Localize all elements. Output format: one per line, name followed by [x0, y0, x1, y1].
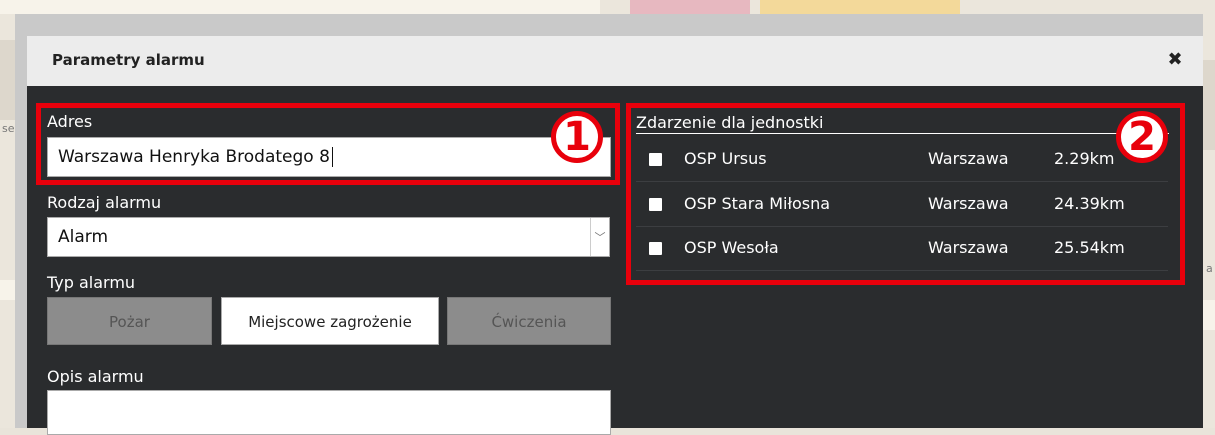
map-road	[0, 280, 15, 300]
alarm-kind-select[interactable]: Alarm ﹀	[47, 217, 610, 257]
dialog-title: Parametry alarmu	[52, 51, 205, 69]
description-label: Opis alarmu	[47, 367, 144, 386]
map-label: a	[1206, 262, 1213, 275]
map-block	[0, 40, 15, 120]
map-label: se	[2, 122, 15, 135]
alarm-kind-value: Alarm	[58, 227, 109, 247]
annotation-box-2	[626, 103, 1185, 285]
alarm-kind-label: Rodzaj alarmu	[47, 193, 162, 212]
close-icon[interactable]: ✖	[1166, 51, 1184, 69]
map-road	[760, 0, 960, 14]
map-road	[630, 0, 750, 14]
alarm-type-local-threat-button[interactable]: Miejscowe zagrożenie	[221, 297, 439, 345]
annotation-marker-1: 1	[551, 111, 603, 163]
alarm-type-exercise-button[interactable]: Ćwiczenia	[447, 297, 611, 345]
alarm-type-label: Typ alarmu	[47, 273, 136, 292]
description-textarea[interactable]	[47, 390, 611, 435]
alarm-type-fire-button[interactable]: Pożar	[47, 297, 212, 345]
map-road	[1203, 300, 1215, 330]
map-road	[0, 0, 600, 14]
map-block	[1203, 60, 1215, 150]
chevron-down-icon[interactable]: ﹀	[590, 218, 609, 256]
annotation-box-1	[36, 103, 620, 185]
annotation-marker-2: 2	[1116, 111, 1168, 163]
